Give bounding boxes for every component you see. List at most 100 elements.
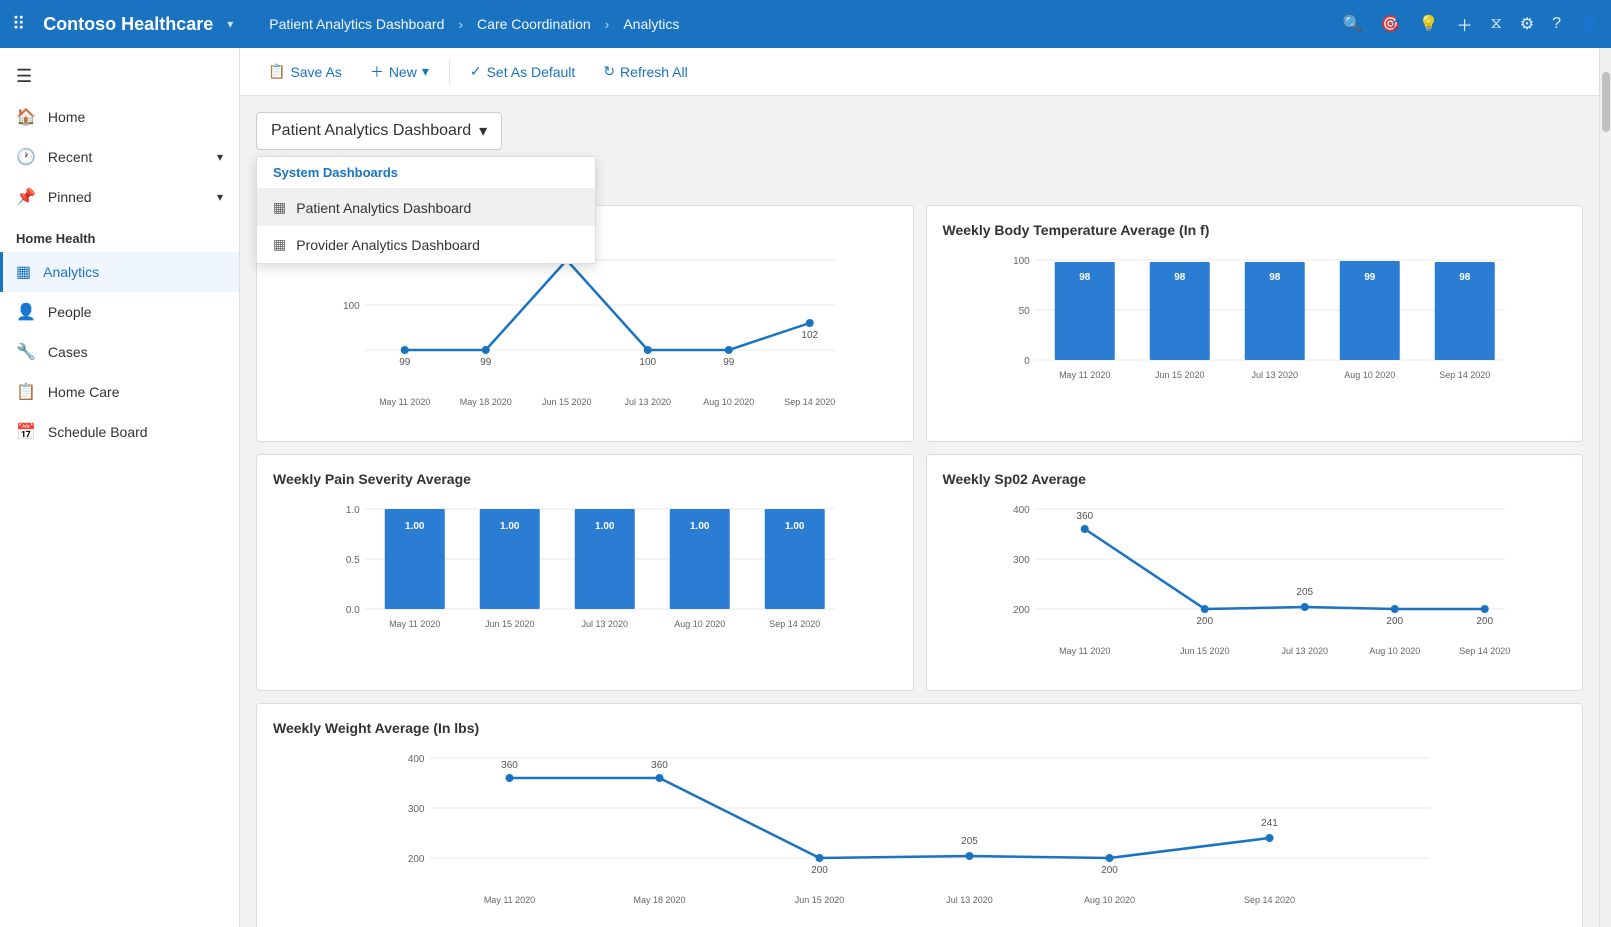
sidebar-item-analytics[interactable]: ▦ Analytics [0,252,239,292]
schedule-icon: 📅 [16,422,36,442]
svg-text:1.0: 1.0 [346,505,360,516]
scroll-thumb[interactable] [1602,72,1610,132]
svg-text:Jun 15 2020: Jun 15 2020 [1179,646,1229,656]
sidebar-item-pinned[interactable]: 📌 Pinned ▾ [0,177,239,217]
search-icon[interactable]: 🔍 [1343,14,1363,34]
lightbulb-icon[interactable]: 💡 [1419,14,1439,34]
temperature-chart: 100 50 0 98 98 [943,250,1567,425]
add-icon[interactable]: ＋ [1457,12,1473,36]
svg-text:241: 241 [1261,818,1278,829]
recent-icon: 🕐 [16,147,36,167]
svg-text:1.00: 1.00 [690,521,710,532]
dropdown-item-provider[interactable]: ▦ Provider Analytics Dashboard [257,226,595,263]
svg-text:Aug 10 2020: Aug 10 2020 [703,397,754,407]
svg-text:200: 200 [1013,605,1030,616]
temperature-chart-title: Weekly Body Temperature Average (In f) [943,222,1567,238]
refresh-icon: ↻ [603,63,615,80]
hamburger-icon[interactable]: ☰ [0,56,239,97]
svg-text:1.00: 1.00 [785,521,805,532]
filter-icon[interactable]: ⧖ [1491,15,1502,33]
new-chevron-icon: ▾ [422,63,429,80]
svg-text:98: 98 [1269,272,1281,283]
target-icon[interactable]: 🎯 [1381,14,1401,34]
svg-text:400: 400 [1013,505,1030,516]
app-name: Contoso Healthcare [43,14,213,35]
settings-icon[interactable]: ⚙ [1520,14,1534,34]
app-grid-icon[interactable]: ⠿ [12,14,25,35]
heartrate-svg: 110 100 [273,250,897,420]
save-as-button[interactable]: 📋 Save As [256,57,354,86]
svg-text:360: 360 [651,760,668,771]
sidebar-item-cases[interactable]: 🔧 Cases [0,332,239,372]
svg-text:Jul 13 2020: Jul 13 2020 [624,397,671,407]
pinned-chevron-icon: ▾ [217,190,223,204]
dashboard-content: Patient Analytics Dashboard ▾ System Das… [240,96,1599,927]
cases-icon: 🔧 [16,342,36,362]
svg-text:May 11 2020: May 11 2020 [379,397,430,407]
dashboard-dropdown-menu: System Dashboards ▦ Patient Analytics Da… [256,156,596,264]
help-icon[interactable]: ? [1552,15,1561,33]
dashboard-selector-row: Patient Analytics Dashboard ▾ System Das… [256,112,1583,150]
dropdown-item-patient[interactable]: ▦ Patient Analytics Dashboard [257,189,595,226]
dashboard-dropdown-button[interactable]: Patient Analytics Dashboard ▾ [256,112,502,150]
nav-analytics[interactable]: Analytics [623,16,679,32]
spo2-chart: 400 300 200 360 200 [943,499,1567,674]
svg-text:Aug 10 2020: Aug 10 2020 [1344,370,1395,380]
svg-text:300: 300 [408,804,425,815]
sidebar-people-label: People [48,304,92,320]
svg-text:360: 360 [1076,511,1093,522]
svg-text:Jun 15 2020: Jun 15 2020 [1154,370,1204,380]
svg-text:400: 400 [408,754,425,765]
svg-text:200: 200 [1476,616,1493,627]
sidebar-item-recent[interactable]: 🕐 Recent ▾ [0,137,239,177]
sidebar-item-home[interactable]: 🏠 Home [0,97,239,137]
nav-care-coordination[interactable]: Care Coordination [477,16,591,32]
new-button[interactable]: ＋ New ▾ [358,56,441,88]
temperature-svg: 100 50 0 98 98 [943,250,1567,420]
svg-text:205: 205 [961,836,978,847]
svg-text:205: 205 [1296,587,1313,598]
svg-text:100: 100 [1013,256,1030,267]
svg-text:99: 99 [480,357,492,368]
sidebar-pinned-label: Pinned [48,189,92,205]
recent-chevron-icon: ▾ [217,150,223,164]
spo2-svg: 400 300 200 360 200 [943,499,1567,669]
sidebar-item-schedule-board[interactable]: 📅 Schedule Board [0,412,239,452]
svg-text:Sep 14 2020: Sep 14 2020 [1439,370,1490,380]
svg-text:360: 360 [501,760,518,771]
sidebar-home-care-label: Home Care [48,384,120,400]
refresh-all-button[interactable]: ↻ Refresh All [591,57,699,86]
weight-chart: 400 300 200 360 [273,748,1566,923]
charts-grid: Weekly Heartrate Average 110 100 [256,205,1583,927]
svg-text:200: 200 [1386,616,1403,627]
svg-text:May 18 2020: May 18 2020 [633,895,685,905]
dashboard-selector-label: Patient Analytics Dashboard [271,122,471,140]
sidebar-item-home-care[interactable]: 📋 Home Care [0,372,239,412]
set-as-default-button[interactable]: ✓ Set As Default [458,57,587,86]
main-layout: ☰ 🏠 Home 🕐 Recent ▾ 📌 Pinned ▾ Home Heal… [0,48,1611,927]
svg-text:Jul 13 2020: Jul 13 2020 [1251,370,1298,380]
svg-text:1.00: 1.00 [595,521,615,532]
svg-text:May 11 2020: May 11 2020 [389,619,440,629]
app-chevron-icon[interactable]: ▾ [227,17,233,31]
svg-text:102: 102 [801,330,818,341]
spo2-chart-card: Weekly Sp02 Average 400 300 200 [926,454,1584,691]
svg-text:Sep 14 2020: Sep 14 2020 [1244,895,1295,905]
svg-text:98: 98 [1079,272,1091,283]
user-icon[interactable]: 👤 [1579,14,1599,34]
scrollbar[interactable] [1599,48,1611,927]
analytics-icon: ▦ [16,262,31,282]
svg-text:99: 99 [399,357,411,368]
pain-severity-chart-title: Weekly Pain Severity Average [273,471,897,487]
sidebar-section-home-health: Home Health [0,217,239,252]
spo2-chart-title: Weekly Sp02 Average [943,471,1567,487]
svg-text:Jun 15 2020: Jun 15 2020 [485,619,535,629]
svg-text:1.00: 1.00 [500,521,520,532]
sidebar-item-people[interactable]: 👤 People [0,292,239,332]
pain-severity-chart: 1.0 0.5 0.0 1.00 1.00 1.00 [273,499,897,674]
nav-home-health[interactable]: Patient Analytics Dashboard [269,16,444,32]
sidebar: ☰ 🏠 Home 🕐 Recent ▾ 📌 Pinned ▾ Home Heal… [0,48,240,927]
people-icon: 👤 [16,302,36,322]
sidebar-recent-label: Recent [48,149,92,165]
sidebar-cases-label: Cases [48,344,88,360]
